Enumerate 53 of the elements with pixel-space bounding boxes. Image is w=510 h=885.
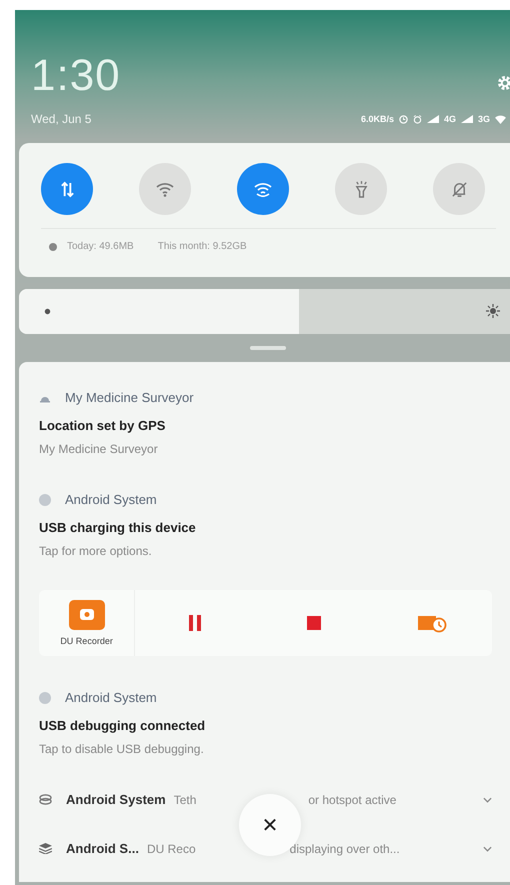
quick-toggle[interactable] xyxy=(139,163,191,215)
stop-icon[interactable] xyxy=(306,616,321,630)
bell-off-icon xyxy=(450,180,468,198)
network-speed: 6.0KB/s xyxy=(360,114,394,124)
notification-text: Tap for more options. xyxy=(39,544,153,558)
quick-toggle[interactable] xyxy=(433,163,485,215)
notification-text: Tap to disable USB debugging. xyxy=(39,742,205,756)
clock-icon xyxy=(398,114,408,124)
clock-time: 1:30 xyxy=(31,52,121,100)
camera-tools-icon[interactable] xyxy=(418,613,448,633)
brightness-high-icon xyxy=(486,304,500,318)
alarm-icon xyxy=(412,114,422,124)
data-usage-icon xyxy=(49,242,57,250)
recorder-label: DU Recorder xyxy=(60,636,113,646)
brightness-slider[interactable] xyxy=(19,289,510,334)
network-type: 3G xyxy=(478,114,490,124)
notification-summary: DU Reco xyxy=(146,842,196,856)
date-label: Wed, Jun 5 xyxy=(31,112,92,126)
app-name: My Medicine Surveyor xyxy=(65,390,194,405)
tethering-icon xyxy=(39,794,52,805)
today-usage: Today: 49.6MB xyxy=(67,241,134,252)
recorder-app-icon[interactable] xyxy=(68,600,105,630)
pause-icon[interactable] xyxy=(188,615,202,631)
quick-toggle[interactable] xyxy=(335,163,387,215)
signal-icon xyxy=(460,115,473,123)
app-name: Android System xyxy=(66,792,166,807)
network-type: 4G xyxy=(444,114,456,124)
notification-title: Location set by GPS xyxy=(39,418,166,433)
hotspot-icon xyxy=(253,181,273,197)
layers-icon xyxy=(39,843,52,854)
notification-text: My Medicine Surveyor xyxy=(39,442,159,456)
brightness-low-icon xyxy=(43,307,52,316)
app-icon xyxy=(39,494,51,506)
month-usage: This month: 9.52GB xyxy=(158,241,247,252)
drag-handle[interactable] xyxy=(250,346,286,350)
notification-title: USB charging this device xyxy=(39,520,197,535)
notification-summary: Teth xyxy=(174,792,196,806)
app-name: Android S... xyxy=(66,841,139,856)
chevron-down-icon[interactable] xyxy=(483,846,492,852)
notification-summary: or hotspot active xyxy=(308,792,396,806)
flashlight-icon xyxy=(354,180,368,198)
quick-toggle[interactable] xyxy=(41,163,93,215)
signal-icon xyxy=(426,115,439,123)
wifi-icon xyxy=(155,181,175,197)
quick-toggle[interactable] xyxy=(237,163,289,215)
data-transfer-icon xyxy=(60,180,74,198)
notification-title: USB debugging connected xyxy=(39,718,206,733)
chevron-down-icon[interactable] xyxy=(483,796,492,802)
app-name: Android System xyxy=(65,690,157,705)
app-icon xyxy=(39,692,51,704)
settings-icon[interactable] xyxy=(496,74,510,92)
app-name: Android System xyxy=(65,492,157,507)
wifi-icon xyxy=(495,114,506,124)
